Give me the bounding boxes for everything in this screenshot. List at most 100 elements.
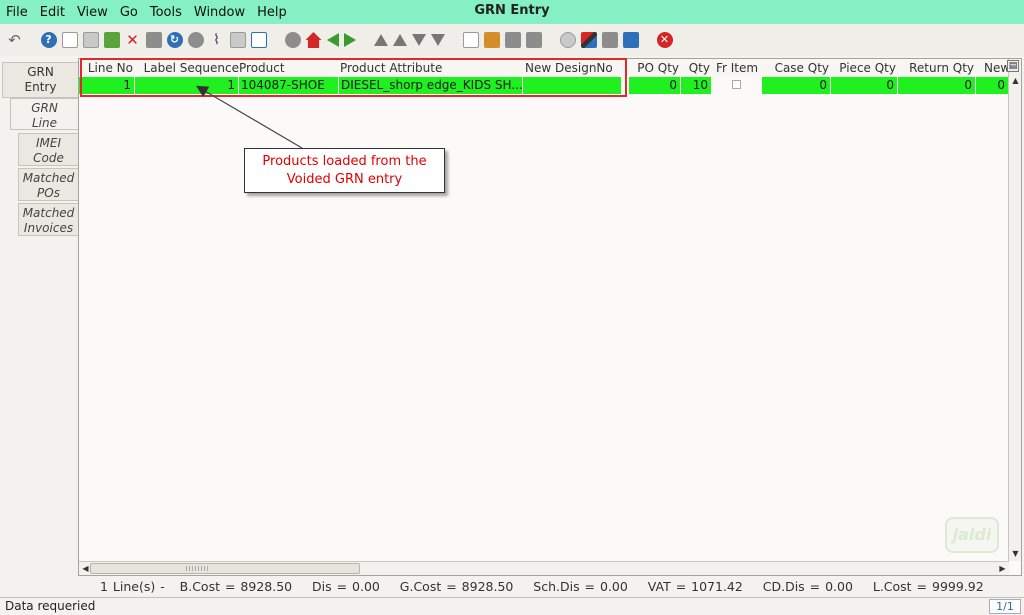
column-header-case-qty[interactable]: Case Qty	[762, 59, 831, 77]
summary-cd-discount: CD.Dis = 0.00	[762, 579, 853, 594]
column-header-label-sequence[interactable]: Label Sequence	[135, 59, 239, 77]
tab-label-line2: Code	[33, 151, 64, 165]
column-header-po-qty[interactable]: PO Qty	[629, 59, 681, 77]
menu-view[interactable]: View	[71, 5, 114, 20]
menu-go[interactable]: Go	[114, 5, 144, 20]
summary-line-count: 1 Line(s) -	[100, 579, 165, 594]
home-icon[interactable]	[305, 32, 322, 48]
scroll-up-icon[interactable]: ▲	[1010, 75, 1021, 86]
column-header-qty[interactable]: Qty	[681, 59, 712, 77]
print-icon[interactable]	[504, 32, 521, 48]
close-icon[interactable]: ✕	[656, 32, 673, 48]
menu-tools[interactable]: Tools	[144, 5, 188, 20]
table-row[interactable]: 1 1 104087-SHOE DIESEL_shorp edge_KIDS S…	[79, 77, 1009, 94]
cell-po-qty[interactable]: 0	[629, 77, 681, 94]
process-icon[interactable]	[601, 32, 618, 48]
horizontal-scroll-thumb[interactable]	[90, 563, 360, 574]
next-record-icon[interactable]	[411, 34, 426, 46]
grid-header: Line No Label Sequence Product Product A…	[79, 59, 1009, 77]
toolbar-separator	[272, 32, 280, 48]
product-info-icon[interactable]	[622, 32, 639, 48]
summary-gcost: G.Cost = 8928.50	[399, 579, 514, 594]
first-record-icon[interactable]	[373, 34, 388, 46]
copy-icon[interactable]	[82, 32, 99, 48]
cell-line-no[interactable]: 1	[79, 77, 135, 94]
delete-icon[interactable]: ✕	[125, 32, 141, 48]
toolbar-separator	[547, 32, 555, 48]
workflow-icon[interactable]	[580, 32, 597, 48]
column-header-new-i[interactable]: New I	[976, 59, 1009, 77]
scroll-down-icon[interactable]: ▼	[1010, 548, 1021, 559]
fr-item-checkbox[interactable]	[732, 80, 741, 89]
toolbar-separator	[361, 32, 369, 48]
history-icon[interactable]	[284, 32, 301, 48]
menu-bar: File Edit View Go Tools Window Help GRN …	[0, 0, 1024, 24]
menu-edit[interactable]: Edit	[34, 5, 71, 20]
undo-icon[interactable]: ↶	[7, 32, 23, 48]
help-icon[interactable]: ?	[40, 32, 57, 48]
menu-window[interactable]: Window	[188, 5, 251, 20]
status-message: Data requeried	[5, 599, 96, 613]
new-icon[interactable]	[61, 32, 78, 48]
jaldi-watermark-logo: jaldi	[945, 517, 999, 553]
cell-new-design-no[interactable]	[523, 77, 622, 94]
cell-piece-qty[interactable]: 0	[831, 77, 898, 94]
toolbar-separator	[28, 32, 36, 48]
toolbar: ↶ ? ✕ ↻ ⌇ ✕	[0, 24, 1024, 56]
tab-grn-entry[interactable]: GRN Entry	[2, 62, 78, 98]
refresh-icon[interactable]: ↻	[166, 32, 183, 48]
tab-label-line1: GRN	[27, 65, 54, 79]
print-alt-icon[interactable]	[525, 32, 542, 48]
summary-bcost: B.Cost = 8928.50	[179, 579, 293, 594]
summary-scheme-discount: Sch.Dis = 0.00	[533, 579, 628, 594]
back-icon[interactable]	[326, 33, 339, 47]
zoom-fit-icon[interactable]	[250, 32, 267, 48]
scroll-right-icon[interactable]: ▶	[997, 563, 1008, 574]
previous-record-icon[interactable]	[392, 34, 407, 46]
last-record-icon[interactable]	[430, 34, 445, 46]
cell-label-sequence[interactable]: 1	[135, 77, 239, 94]
grn-line-grid: Line No Label Sequence Product Product A…	[78, 58, 1022, 576]
report-icon[interactable]	[462, 32, 479, 48]
column-header-product[interactable]: Product	[239, 59, 339, 77]
chat-icon[interactable]	[229, 32, 246, 48]
attachment-icon[interactable]: ⌇	[209, 32, 225, 48]
forward-icon[interactable]	[343, 33, 356, 47]
cell-product-attribute[interactable]: DIESEL_shorp edge_KIDS SH...	[339, 77, 523, 94]
save-icon[interactable]	[103, 32, 120, 48]
zoom-across-icon[interactable]	[559, 32, 576, 48]
cell-spacer	[622, 77, 629, 94]
record-page-indicator[interactable]: 1/1	[989, 599, 1021, 614]
callout-line2: Voided GRN entry	[286, 172, 403, 187]
tab-label-line1: Matched	[22, 206, 75, 220]
tab-label-line2: Invoices	[23, 221, 74, 235]
menu-file[interactable]: File	[0, 5, 34, 20]
column-settings-icon[interactable]: ▤	[1007, 60, 1019, 72]
cell-qty[interactable]: 10	[681, 77, 712, 94]
vertical-scrollbar[interactable]: ▤ ▲ ▼	[1007, 59, 1021, 561]
tab-matched-pos[interactable]: Matched POs	[18, 168, 78, 201]
column-header-piece-qty[interactable]: Piece Qty	[831, 59, 898, 77]
horizontal-scrollbar[interactable]: ◀ ▶	[79, 561, 1009, 575]
column-header-line-no[interactable]: Line No	[79, 59, 135, 77]
menu-help[interactable]: Help	[251, 5, 293, 20]
cell-case-qty[interactable]: 0	[762, 77, 831, 94]
tab-grn-line[interactable]: GRN Line	[10, 98, 78, 130]
column-header-fr-item[interactable]: Fr Item	[712, 59, 762, 77]
column-header-product-attribute[interactable]: Product Attribute	[339, 59, 523, 77]
tab-imei-code[interactable]: IMEI Code	[18, 133, 78, 166]
print-preview-icon[interactable]	[145, 32, 162, 48]
cell-new-i[interactable]: 0	[976, 77, 1009, 94]
archive-icon[interactable]	[483, 32, 500, 48]
totals-summary: 1 Line(s) - B.Cost = 8928.50 Dis = 0.00 …	[0, 577, 1024, 596]
column-header-return-qty[interactable]: Return Qty	[898, 59, 976, 77]
cell-product[interactable]: 104087-SHOE	[239, 77, 339, 94]
tab-label-line1: Matched	[22, 171, 75, 185]
side-tabs: GRN Entry GRN Line IMEI Code Matched POs…	[0, 58, 78, 576]
callout-line1: Products loaded from the	[262, 154, 427, 169]
summary-vat: VAT = 1071.42	[647, 579, 743, 594]
column-header-new-design-no[interactable]: New DesignNo	[523, 59, 629, 77]
tab-matched-invoices[interactable]: Matched Invoices	[18, 203, 78, 236]
cell-return-qty[interactable]: 0	[898, 77, 976, 94]
find-icon[interactable]	[187, 32, 204, 48]
